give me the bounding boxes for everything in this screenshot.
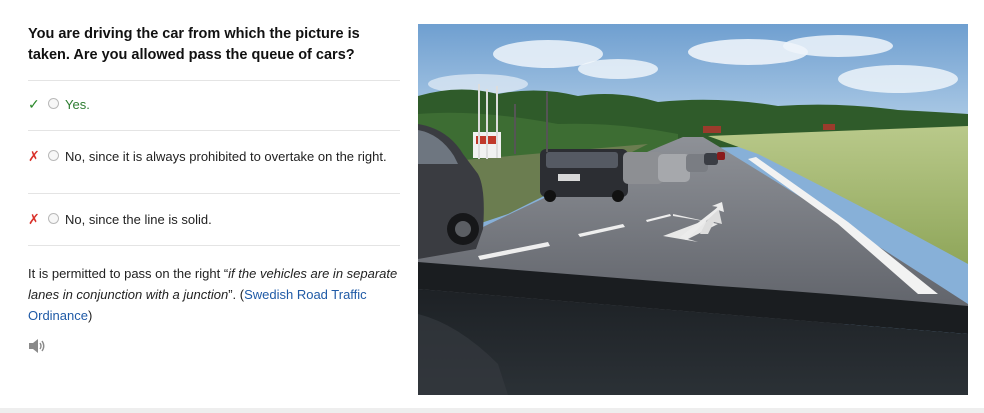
answer-label: Yes. <box>65 97 90 112</box>
answer-label: No, since the line is solid. <box>65 212 212 227</box>
explanation-text: It is permitted to pass on the right “if… <box>28 263 400 326</box>
explanation-outro: ”. ( <box>228 287 245 302</box>
cross-icon: ✗ <box>28 211 40 227</box>
explanation-close: ) <box>87 308 93 323</box>
road-photo <box>418 24 968 395</box>
radio-button[interactable] <box>48 213 59 224</box>
cross-icon: ✗ <box>28 148 40 164</box>
page-bottom-divider <box>0 408 984 413</box>
answer-list: ✓ Yes. ✗ No, since it is always prohibit… <box>28 80 400 246</box>
question-text: You are driving the car from which the p… <box>28 26 360 63</box>
answer-option-no-solid-line[interactable]: ✗ No, since the line is solid. <box>28 194 400 246</box>
answer-label: No, since it is always prohibited to ove… <box>65 149 387 164</box>
answer-option-no-always-prohibited[interactable]: ✗ No, since it is always prohibited to o… <box>28 131 400 194</box>
radio-button[interactable] <box>48 98 59 109</box>
radio-button[interactable] <box>48 150 59 161</box>
question-panel: You are driving the car from which the p… <box>28 24 400 326</box>
explanation-intro: It is permitted to pass on the right “ <box>28 266 229 281</box>
checkmark-icon: ✓ <box>28 96 40 112</box>
answer-option-yes[interactable]: ✓ Yes. <box>28 81 400 131</box>
speaker-icon[interactable] <box>28 338 46 354</box>
